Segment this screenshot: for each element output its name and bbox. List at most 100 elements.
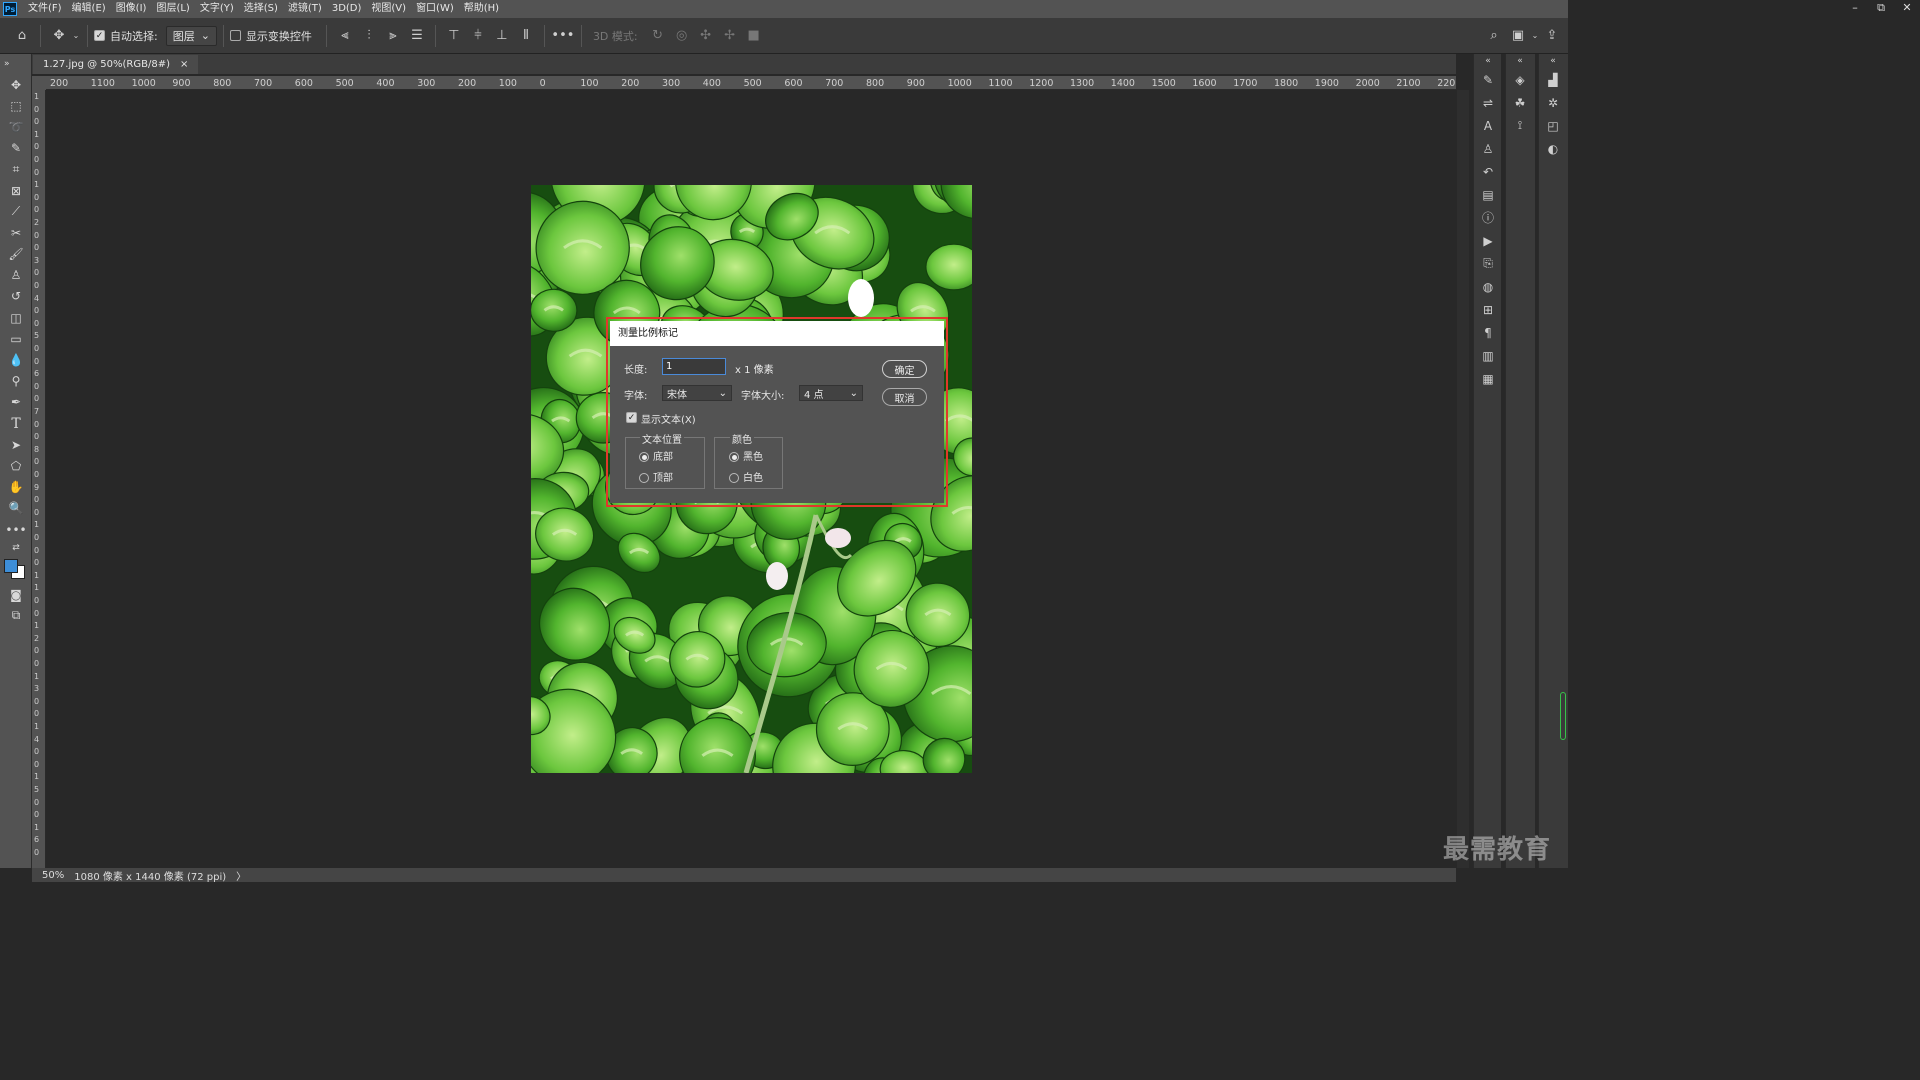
paths-icon[interactable]: ⟟ bbox=[1506, 114, 1534, 137]
align-bottom-icon[interactable]: ⊥ bbox=[490, 24, 514, 48]
foreground-color-swatch[interactable] bbox=[4, 559, 18, 574]
color-white-radio[interactable]: 白色 bbox=[729, 469, 763, 484]
path-select-tool-icon[interactable]: ➤ bbox=[0, 434, 32, 455]
menu-select[interactable]: 选择(S) bbox=[239, 0, 283, 18]
type-tool-icon[interactable]: T bbox=[0, 413, 32, 434]
show-transform-checkbox[interactable] bbox=[229, 30, 241, 41]
align-left-icon[interactable]: ⫷ bbox=[333, 24, 357, 48]
menu-layer[interactable]: 图层(L) bbox=[151, 0, 194, 18]
close-window-button[interactable]: ✕ bbox=[1894, 0, 1920, 18]
zoom-tool-icon[interactable]: 🔍 bbox=[0, 498, 32, 519]
share-icon[interactable]: ⇪ bbox=[1540, 24, 1564, 48]
font-size-dropdown[interactable]: 4 点 ⌄ bbox=[799, 385, 863, 401]
auto-select-target-dropdown[interactable]: 图层 ⌄ bbox=[165, 25, 217, 46]
move-tool-icon[interactable]: ✥ bbox=[47, 24, 71, 48]
auto-select-checkbox[interactable]: ✓ bbox=[94, 30, 105, 41]
align-middle-v-icon[interactable]: ⫩ bbox=[466, 24, 490, 48]
home-icon[interactable]: ⌂ bbox=[10, 24, 34, 48]
document-tab[interactable]: 1.27.jpg @ 50%(RGB/8#) × bbox=[33, 55, 199, 74]
close-tab-icon[interactable]: × bbox=[180, 59, 188, 70]
gradient-tool-icon[interactable]: ▭ bbox=[0, 328, 32, 349]
marquee-tool-icon[interactable]: ⬚ bbox=[0, 95, 32, 116]
measurement-log-icon[interactable]: ⊞ bbox=[1474, 298, 1502, 321]
menu-3d[interactable]: 3D(D) bbox=[327, 0, 367, 18]
workspace-icon[interactable]: ▣ bbox=[1506, 24, 1530, 48]
vertical-scrollbar[interactable] bbox=[1457, 90, 1469, 868]
brush-tool-icon[interactable]: 🖌 bbox=[0, 244, 32, 265]
font-dropdown[interactable]: 宋体 ⌄ bbox=[662, 385, 732, 401]
brush-settings-icon[interactable]: ✎ bbox=[1474, 68, 1502, 91]
histogram-icon[interactable]: ▟ bbox=[1539, 68, 1567, 91]
healing-tool-icon[interactable]: ✂ bbox=[0, 222, 32, 243]
align-right-icon[interactable]: ⫸ bbox=[381, 24, 405, 48]
position-top-radio[interactable]: 顶部 bbox=[639, 469, 673, 484]
move-tool-icon[interactable]: ✥ bbox=[0, 74, 32, 95]
collapse-icon[interactable]: » bbox=[0, 54, 32, 74]
history-icon[interactable]: ↶ bbox=[1474, 160, 1502, 183]
distribute-v-icon[interactable]: ☰ bbox=[405, 24, 429, 48]
zoom-level[interactable]: 50% bbox=[42, 870, 64, 881]
horizontal-ruler[interactable]: 200 1100 1000 900 800 700 600 500 400 300 200 100 0 1… bbox=[46, 76, 1456, 90]
glyphs-icon[interactable]: ▥ bbox=[1474, 344, 1502, 367]
notes-icon[interactable]: ⎘ bbox=[1474, 252, 1502, 275]
align-top-icon[interactable]: ⊤ bbox=[442, 24, 466, 48]
adjustments-icon[interactable]: ◐ bbox=[1539, 137, 1567, 160]
show-text-checkbox[interactable]: ✓ bbox=[626, 412, 637, 423]
length-input[interactable] bbox=[662, 358, 726, 375]
collapse-icon[interactable]: « bbox=[1539, 54, 1567, 68]
screen-mode-icon[interactable]: ⧉ bbox=[0, 605, 32, 626]
navigator-icon[interactable]: ✲ bbox=[1539, 91, 1567, 114]
adjust-icon[interactable]: ⇌ bbox=[1474, 91, 1502, 114]
chevron-down-icon[interactable]: ⌄ bbox=[1530, 24, 1540, 48]
cancel-button[interactable]: 取消 bbox=[882, 388, 927, 406]
vertical-ruler[interactable]: 1 0 0 1 0 0 0 1 0 0 2 0 0 3 0 0 4 0 0 5 0 0 6 0 0 7 0 0 8 0 0 9 0 0 1 0 0 0 1 1… bbox=[32, 90, 46, 868]
dialog-title[interactable]: 测量比例标记 bbox=[610, 321, 944, 346]
shape-tool-icon[interactable]: ⬠ bbox=[0, 455, 32, 476]
restore-button[interactable]: ⧉ bbox=[1868, 0, 1894, 18]
channels-icon[interactable]: ☘ bbox=[1506, 91, 1534, 114]
hand-tool-icon[interactable]: ✋ bbox=[0, 477, 32, 498]
history-brush-icon[interactable]: ↺ bbox=[0, 286, 32, 307]
layer-comps-icon[interactable]: ▤ bbox=[1474, 183, 1502, 206]
status-menu-icon[interactable]: 〉 bbox=[236, 868, 246, 883]
libraries-icon[interactable]: ◰ bbox=[1539, 114, 1567, 137]
menu-view[interactable]: 视图(V) bbox=[366, 0, 411, 18]
collapse-icon[interactable]: « bbox=[1506, 54, 1534, 68]
menu-file[interactable]: 文件(F) bbox=[23, 0, 67, 18]
dodge-tool-icon[interactable]: ⚲ bbox=[0, 371, 32, 392]
quick-mask-icon[interactable]: ◙ bbox=[0, 584, 32, 605]
menu-window[interactable]: 窗口(W) bbox=[411, 0, 459, 18]
color-black-radio[interactable]: 黑色 bbox=[729, 448, 763, 463]
menu-filter[interactable]: 滤镜(T) bbox=[283, 0, 327, 18]
menu-help[interactable]: 帮助(H) bbox=[459, 0, 504, 18]
distribute-h-icon[interactable]: ⦀ bbox=[514, 24, 538, 48]
frame-tool-icon[interactable]: ⊠ bbox=[0, 180, 32, 201]
more-options-icon[interactable]: ••• bbox=[551, 24, 575, 48]
crop-tool-icon[interactable]: ⌗ bbox=[0, 159, 32, 180]
chevron-down-icon[interactable]: ⌄ bbox=[71, 24, 81, 48]
quick-select-tool-icon[interactable]: ✎ bbox=[0, 138, 32, 159]
align-center-h-icon[interactable]: ⫶ bbox=[357, 24, 381, 48]
layers-icon[interactable]: ◈ bbox=[1506, 68, 1534, 91]
actions-play-icon[interactable]: ▶ bbox=[1474, 229, 1502, 252]
position-bottom-radio[interactable]: 底部 bbox=[639, 448, 673, 463]
eyedropper-tool-icon[interactable]: ⟋ bbox=[0, 201, 32, 222]
lasso-tool-icon[interactable]: ➰ bbox=[0, 116, 32, 137]
blur-tool-icon[interactable]: 💧 bbox=[0, 349, 32, 370]
photoshop-logo-icon[interactable]: Ps bbox=[3, 2, 17, 16]
eraser-tool-icon[interactable]: ◫ bbox=[0, 307, 32, 328]
stamp-tool-icon[interactable]: ♙ bbox=[0, 265, 32, 286]
paragraph-icon[interactable]: ¶ bbox=[1474, 321, 1502, 344]
info-icon[interactable]: ⓘ bbox=[1474, 206, 1502, 229]
3d-icon[interactable]: ◍ bbox=[1474, 275, 1502, 298]
menu-image[interactable]: 图像(I) bbox=[111, 0, 152, 18]
ok-button[interactable]: 确定 bbox=[882, 360, 927, 378]
clone-source-icon[interactable]: ♙ bbox=[1474, 137, 1502, 160]
swap-colors-icon[interactable]: ⇄ bbox=[0, 540, 32, 556]
properties-icon[interactable]: ▦ bbox=[1474, 367, 1502, 390]
edit-toolbar-icon[interactable]: ••• bbox=[0, 519, 32, 540]
minimize-button[interactable]: – bbox=[1842, 0, 1868, 18]
character-icon[interactable]: A bbox=[1474, 114, 1502, 137]
pen-tool-icon[interactable]: ✒ bbox=[0, 392, 32, 413]
menu-type[interactable]: 文字(Y) bbox=[195, 0, 239, 18]
